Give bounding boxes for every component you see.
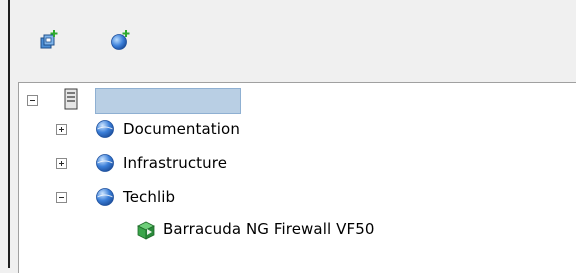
server-icon	[64, 88, 78, 114]
add-group-button[interactable]	[107, 28, 135, 56]
documentation-expand-toggle[interactable]	[56, 124, 67, 135]
add-server-button[interactable]	[35, 28, 63, 56]
infrastructure-expand-toggle[interactable]	[56, 158, 67, 169]
firewall-box-icon	[135, 219, 157, 245]
globe-icon	[95, 187, 115, 211]
add-server-icon	[38, 29, 60, 55]
root-collapse-toggle[interactable]	[27, 95, 38, 106]
globe-icon	[95, 153, 115, 177]
tree-item-barracuda-ng-firewall-vf50[interactable]: Barracuda NG Firewall VF50	[163, 220, 375, 238]
tree-item-infrastructure[interactable]: Infrastructure	[123, 154, 227, 172]
tree-item-techlib[interactable]: Techlib	[123, 188, 175, 206]
add-group-icon	[110, 29, 132, 55]
toolbar	[10, 0, 576, 80]
tree-item-documentation[interactable]: Documentation	[123, 120, 240, 138]
root-node-name[interactable]	[95, 88, 241, 114]
app-window: Documentation Infrastructure Techlib Bar…	[0, 0, 576, 273]
techlib-collapse-toggle[interactable]	[56, 192, 67, 203]
config-tree: Documentation Infrastructure Techlib Bar…	[18, 82, 576, 273]
globe-icon	[95, 119, 115, 143]
